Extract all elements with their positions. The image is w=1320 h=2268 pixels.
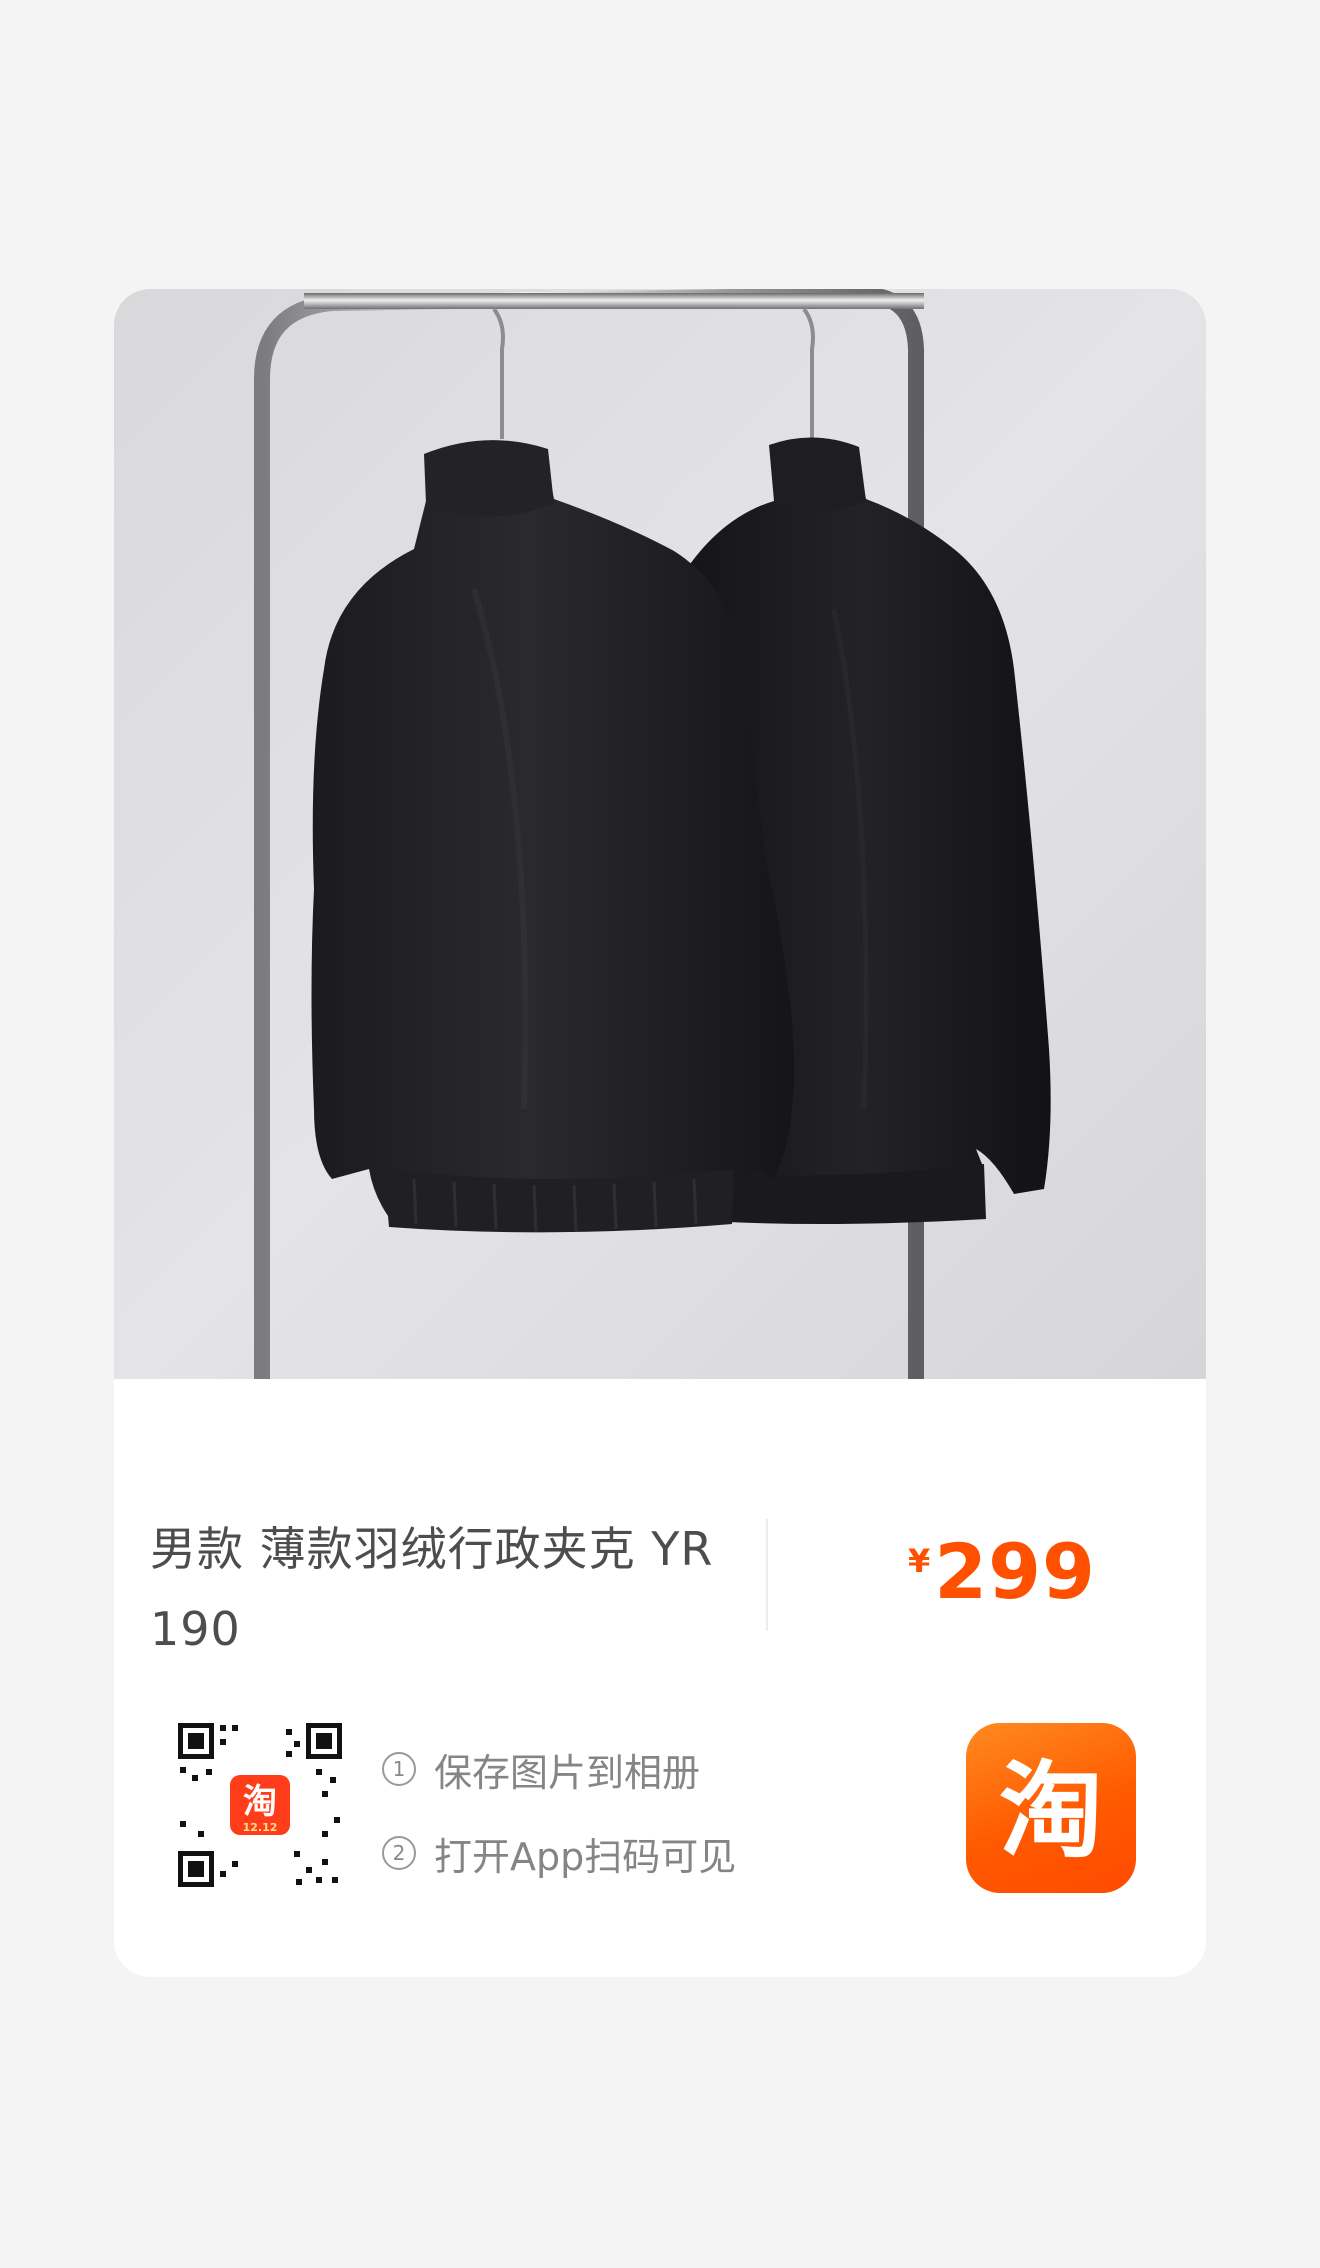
step-save-image: 1 保存图片到相册 xyxy=(382,1741,736,1797)
price: ¥299 xyxy=(908,1527,1096,1616)
qr-badge-text: 12.12 xyxy=(243,1821,278,1834)
qr-code[interactable]: 淘 12.12 xyxy=(176,1721,344,1889)
step-number-1: 1 xyxy=(382,1752,416,1786)
step-2-text: 打开App扫码可见 xyxy=(434,1834,737,1879)
product-info: 男款 薄款羽绒行政夹克 YR 190 ¥299 淘 12.12 1 保存图片到相… xyxy=(114,1379,1206,1977)
product-title: 男款 薄款羽绒行政夹克 YR 190 xyxy=(150,1522,714,1656)
currency-symbol: ¥ xyxy=(908,1542,931,1580)
share-steps: 1 保存图片到相册 2 打开App扫码可见 xyxy=(382,1741,736,1909)
price-amount: 299 xyxy=(934,1527,1096,1616)
step-open-app: 2 打开App扫码可见 xyxy=(382,1825,736,1881)
product-photo xyxy=(114,289,1206,1379)
app-logo-char: 淘 xyxy=(999,1750,1103,1872)
taobao-app-icon[interactable]: 淘 xyxy=(966,1723,1136,1893)
step-1-text: 保存图片到相册 xyxy=(434,1750,701,1795)
share-card: 男款 薄款羽绒行政夹克 YR 190 ¥299 淘 12.12 1 保存图片到相… xyxy=(114,289,1206,1977)
divider xyxy=(766,1519,768,1631)
qr-badge-char: 淘 xyxy=(243,1782,277,1822)
step-number-2: 2 xyxy=(382,1836,416,1870)
